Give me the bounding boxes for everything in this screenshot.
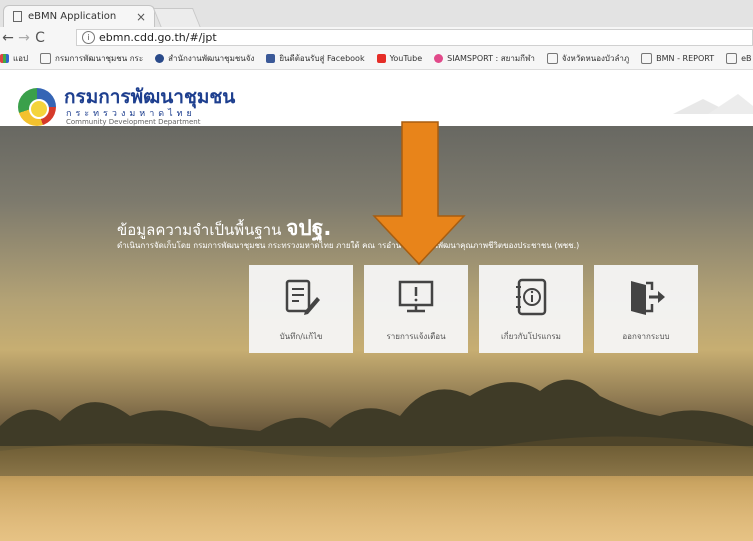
page-icon [40,53,52,64]
bookmark-apps[interactable]: แอป [0,52,28,65]
edit-document-icon [285,279,320,315]
close-tab-icon[interactable]: × [136,10,146,24]
siamsport-icon [434,54,444,63]
info-notebook-icon [516,278,547,316]
site-header: กรมการพัฒนาชุมชน กระทรวงมหาดไทย Communit… [0,70,753,126]
browser-tab-strip: eBMN Application × [0,0,753,28]
site-icon [155,54,165,63]
bookmark-item[interactable]: SIAMSPORT : สยามกีฬา [434,52,535,65]
alert-monitor-icon [398,280,434,313]
page-subtitle: ดำเนินการจัดเก็บโดย กรมการพัฒนาชุมชน กระ… [117,241,580,250]
page-icon [726,53,738,64]
url-text: ebmn.cdd.go.th/#/jpt [99,31,217,44]
reload-icon[interactable]: C [32,30,48,46]
bookmarks-bar: แอป กรมการพัฒนาชุมชน กระ สำนักงานพัฒนาชุ… [0,48,753,70]
bookmark-item[interactable]: ยินดีต้อนรับสู่ Facebook [266,52,365,65]
logout-door-icon [631,281,665,315]
org-name-english: Community Development Department [66,118,201,126]
browser-tab[interactable]: eBMN Application × [3,5,155,27]
address-bar[interactable]: i ebmn.cdd.go.th/#/jpt [76,29,753,46]
bookmark-item[interactable]: กรมการพัฒนาชุมชน กระ [40,52,143,65]
page-icon [546,53,558,64]
wheat-field [0,446,753,541]
logout-tile[interactable]: ออกจากระบบ [594,265,698,353]
tab-title: eBMN Application [28,11,117,22]
edit-record-tile[interactable]: บันทึก/แก้ไข [249,265,353,353]
new-tab-button[interactable] [152,8,202,28]
apps-grid-icon [0,54,9,63]
bookmark-item[interactable]: YouTube [376,54,422,63]
bookmark-item[interactable]: จังหวัดหนองบัวลำภู [546,52,629,65]
youtube-icon [376,54,386,63]
bookmark-item[interactable]: สำนักงานพัฒนาชุมชนจัง [155,52,254,65]
forward-icon[interactable]: → [16,30,32,46]
bookmark-item[interactable]: eB [726,53,752,64]
page-icon [641,53,653,64]
hero-banner: ข้อมูลความจำเป็นพื้นฐาน จปฐ. ดำเนินการจั… [0,126,753,541]
page-icon [13,11,22,22]
tile-label: บันทึก/แก้ไข [279,332,323,341]
back-icon[interactable]: ← [0,30,16,46]
tile-label: ออกจากระบบ [622,332,670,341]
roof-decoration-icon [673,94,753,114]
notifications-tile[interactable]: รายการแจ้งเตือน [364,265,468,353]
info-icon[interactable]: i [82,31,95,44]
facebook-icon [266,54,276,63]
tile-label: รายการแจ้งเตือน [386,332,446,341]
browser-toolbar: ← → C i ebmn.cdd.go.th/#/jpt [0,27,753,48]
logo-emblem [29,99,49,119]
about-program-tile[interactable]: เกี่ยวกับโปรแกรม [479,265,583,353]
bookmark-item[interactable]: BMN - REPORT [641,53,714,64]
tile-label: เกี่ยวกับโปรแกรม [501,332,561,341]
